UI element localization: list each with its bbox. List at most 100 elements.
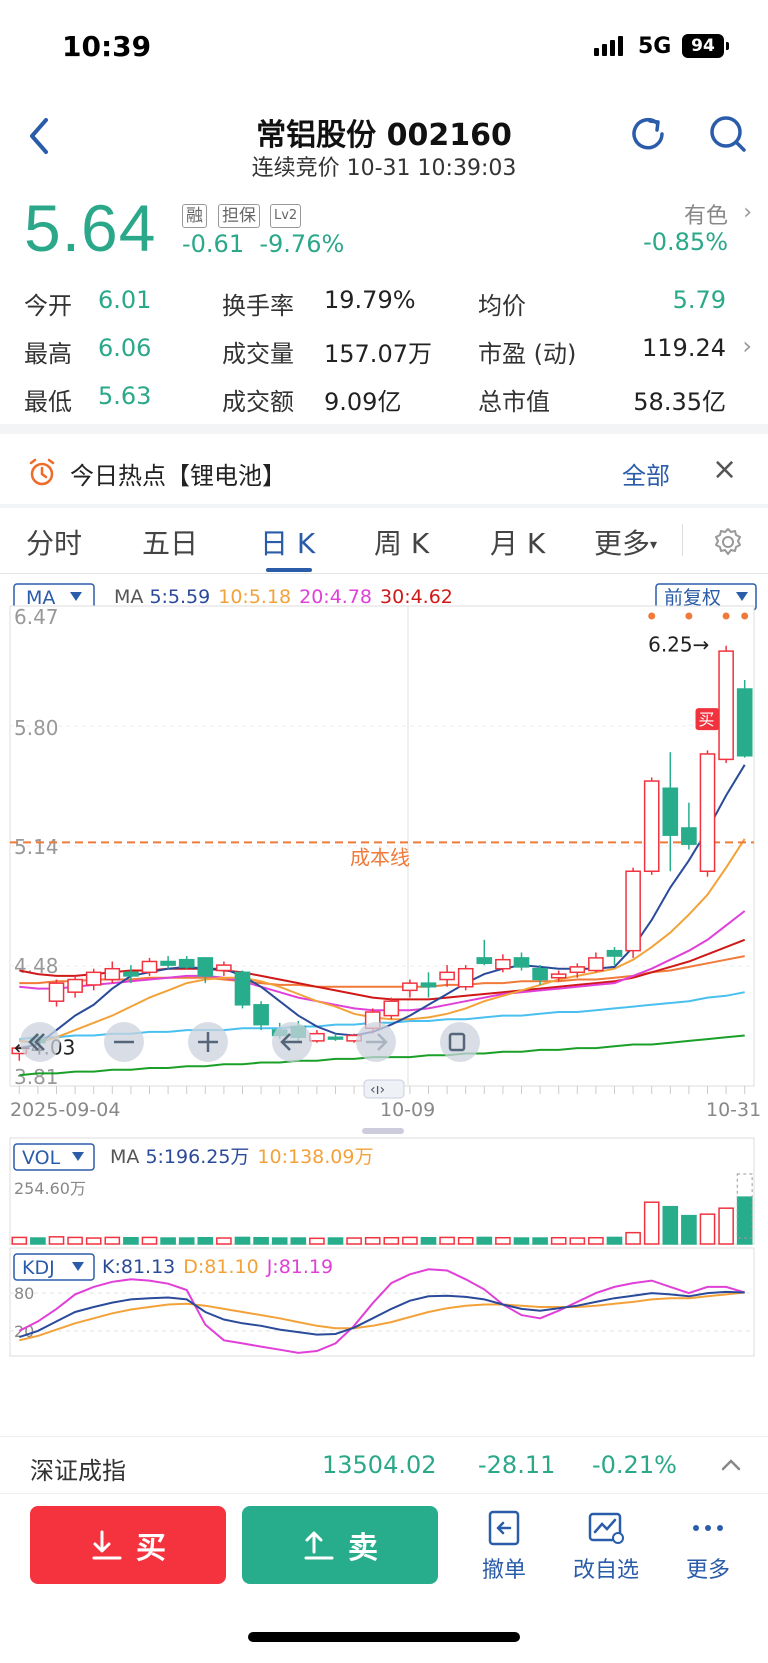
status-bar: 10:39 5G 94 (0, 0, 768, 96)
vol-legend: MA 5:196.25万 10:138.09万 (110, 1146, 373, 1168)
chevron-up-icon[interactable] (720, 1457, 742, 1473)
volume-bar (309, 1237, 325, 1245)
candle-body (457, 967, 474, 988)
candle-body (476, 957, 493, 965)
more-button[interactable]: 更多 (668, 1508, 748, 1584)
panel-resize-handle[interactable] (362, 1128, 404, 1134)
legend-item: 10:138.09万 (257, 1146, 373, 1168)
candle-body (439, 971, 455, 981)
y-axis-label: 5.80 (14, 716, 59, 740)
gear-icon[interactable] (712, 526, 744, 558)
stat-value: 19.79% (324, 286, 416, 314)
index-change-pct: -0.21% (592, 1451, 677, 1479)
volume-bar (327, 1237, 344, 1245)
index-change: -28.11 (478, 1451, 556, 1479)
legend-item: 30:4.62 (380, 586, 453, 608)
hot-topic-bar[interactable]: 今日热点【锂电池】 全部 × (0, 436, 768, 504)
volume-bar (569, 1237, 586, 1245)
sell-button[interactable]: 卖 (242, 1506, 438, 1584)
edit-watchlist-button[interactable]: 改自选 (566, 1508, 646, 1584)
hot-topic-all-link[interactable]: 全部 (622, 456, 670, 491)
tab-weekly-k[interactable]: 周 K (374, 522, 429, 562)
buy-button[interactable]: 买 (30, 1506, 226, 1584)
volume-bar (160, 1237, 176, 1245)
stat-label: 最高 (24, 340, 72, 368)
stat-label: 总市值 (478, 388, 550, 416)
volume-bar (420, 1236, 437, 1245)
divider (0, 424, 768, 434)
candle-body (327, 1036, 344, 1040)
industry-name[interactable]: 有色 (684, 198, 728, 230)
stat-label: 市盈 (动) (478, 340, 577, 368)
candle-body (588, 957, 604, 972)
volume-bar (383, 1236, 400, 1245)
volume-panel[interactable]: VOL MA 5:196.25万 10:138.09万 254.60万 (9, 1137, 755, 1245)
index-value: 13504.02 (322, 1451, 437, 1479)
candle-body (383, 1000, 400, 1017)
cancel-order-button[interactable]: 撤单 (464, 1508, 544, 1584)
level2-tag: Lv2 (270, 204, 302, 228)
volume-bar (216, 1237, 232, 1245)
volume-bar (178, 1237, 195, 1245)
y-axis-label: 3.81 (14, 1065, 59, 1089)
volume-bar (402, 1236, 418, 1245)
volume-bar (30, 1237, 46, 1245)
legend-item: 10:5.18 (218, 586, 291, 608)
candle-body (85, 971, 102, 986)
legend-item: 20:4.78 (299, 586, 372, 608)
x-axis-label: 2025-09-04 (10, 1099, 120, 1121)
more-label: 更多 (685, 1558, 730, 1583)
search-icon[interactable] (706, 112, 750, 156)
tab-monthly-k[interactable]: 月 K (490, 522, 545, 562)
sell-label: 卖 (348, 1531, 378, 1566)
volume-bar (85, 1237, 102, 1245)
chevron-right-icon[interactable]: › (743, 200, 752, 225)
candle-body (643, 780, 660, 873)
volume-bar (141, 1236, 158, 1245)
kline-chart-svg[interactable]: MA MA 5:5.5910:5.1820:4.7830:4.62 MA 60:… (0, 576, 768, 1436)
volume-bar (290, 1237, 307, 1245)
stat-label: 今开 (24, 292, 72, 320)
x-axis-label: 10-31 (706, 1099, 761, 1121)
volume-bar (67, 1236, 83, 1245)
candle-body (625, 870, 641, 952)
kdj-tick-label: 80 (14, 1284, 34, 1303)
rotate-icon[interactable] (440, 1022, 480, 1062)
tab-five-day[interactable]: 五日 (142, 522, 198, 562)
volume-bar (532, 1237, 548, 1245)
kdj-panel[interactable]: KDJ K:81.13 D:81.10 J:81.198020 (9, 1247, 755, 1357)
chart-area[interactable]: MA MA 5:5.5910:5.1820:4.7830:4.62 MA 60:… (0, 576, 768, 1436)
refresh-icon[interactable] (626, 112, 670, 156)
volume-bar (197, 1236, 214, 1245)
index-name: 深证成指 (30, 1457, 126, 1485)
candle-body (532, 967, 548, 981)
pan-handle-icon[interactable]: ‹ı› (370, 1082, 385, 1098)
legend-item: J:81.19 (266, 1256, 333, 1278)
close-icon[interactable]: × (712, 452, 737, 487)
candle-body (606, 949, 623, 957)
double-chevron-left-icon[interactable] (20, 1022, 60, 1062)
volume-bar (625, 1231, 641, 1245)
chevron-right-icon[interactable]: › (742, 332, 752, 360)
index-bar[interactable]: 深证成指 13504.02 -28.11 -0.21% (0, 1436, 768, 1494)
volume-bar (457, 1236, 474, 1245)
volume-bar (104, 1236, 121, 1245)
candle-body (402, 982, 418, 992)
volume-bar (550, 1236, 567, 1245)
tab-intraday[interactable]: 分时 (26, 522, 82, 562)
divider (682, 524, 683, 556)
volume-bar (439, 1236, 455, 1245)
stat-value: 119.24 (642, 334, 726, 362)
volume-bar (253, 1236, 269, 1245)
period-tabs: 分时 五日 日 K 周 K 月 K 更多▾ (0, 508, 768, 574)
legend-item: MA (114, 586, 149, 608)
candle-body (309, 1032, 325, 1042)
candle-body (569, 966, 586, 974)
cancel-order-icon (488, 1510, 520, 1546)
tab-daily-k[interactable]: 日 K (260, 522, 315, 562)
tab-more[interactable]: 更多▾ (594, 522, 657, 562)
candle-body (123, 971, 139, 977)
ma-legend-row1: MA 5:5.59 10:5.18 20:4.78 30:4.62 (114, 586, 453, 608)
kline-panel[interactable]: 6.475.805.144.483.81成本线买6.25→←4.03‹ı›202… (9, 605, 761, 1134)
network-type: 5G (638, 34, 672, 59)
